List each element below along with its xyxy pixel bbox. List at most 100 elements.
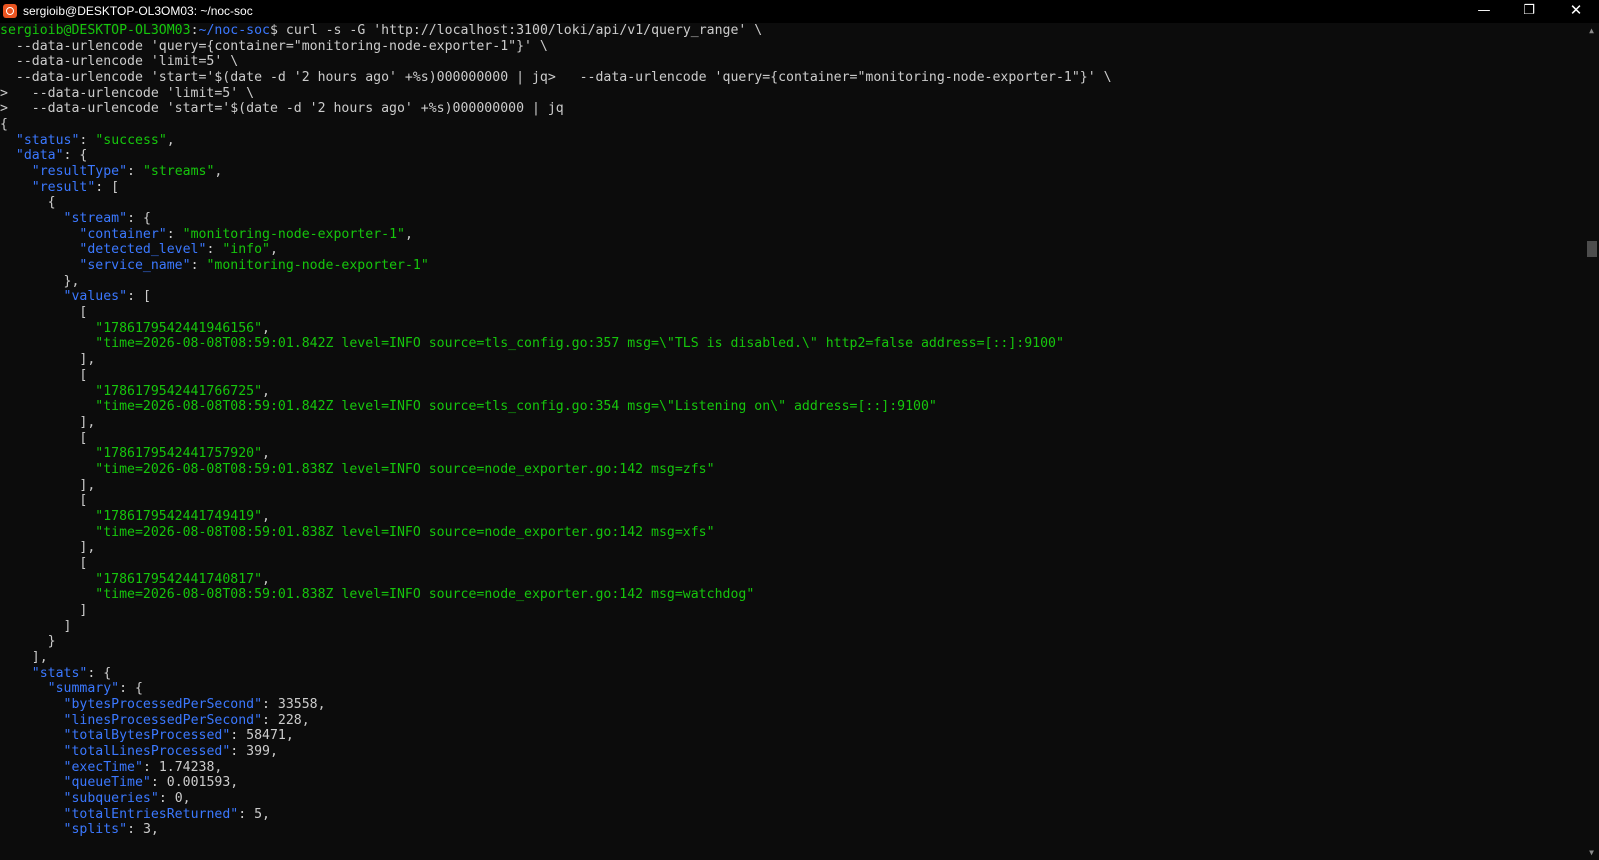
- json-line: [: [0, 493, 88, 508]
- terminal-output[interactable]: sergioib@DESKTOP-OL3OM03:~/noc-soc$ curl…: [0, 23, 1584, 860]
- json-key: "status": [15, 133, 80, 148]
- json-log-line: "time=2026-08-08T08:59:01.838Z level=INF…: [95, 462, 715, 477]
- prompt-dollar: $: [269, 23, 286, 38]
- json-line: "time=2026-08-08T08:59:01.842Z level=INF…: [0, 399, 937, 415]
- json-line: "data": {: [15, 148, 88, 163]
- json-line: "1786179542441946156",: [95, 321, 270, 336]
- json-line: },: [0, 274, 80, 289]
- json-line: "values": [: [63, 289, 151, 304]
- json-line: "stream": {: [63, 211, 151, 226]
- json-number: 0: [174, 791, 183, 806]
- json-string: "success": [95, 133, 167, 148]
- json-string: "monitoring-node-exporter-1": [182, 227, 405, 242]
- json-timestamp: "1786179542441946156": [95, 321, 263, 336]
- json-number: 399: [246, 744, 270, 759]
- json-number: 5: [254, 807, 263, 822]
- json-line: "result": [: [31, 180, 120, 195]
- json-line: "execTime": 1.74238,: [63, 760, 223, 775]
- prompt-path: ~/noc-soc: [198, 23, 270, 38]
- json-timestamp: "1786179542441749419": [95, 509, 263, 524]
- json-line: "1786179542441766725",: [95, 384, 270, 399]
- json-key: "stats": [31, 666, 88, 681]
- json-key: "service_name": [79, 258, 191, 273]
- vertical-scrollbar[interactable]: ▲ ▼: [1584, 23, 1599, 860]
- json-line: ],: [0, 478, 96, 493]
- json-line: ]: [0, 603, 88, 618]
- title-bar[interactable]: sergioib@DESKTOP-OL3OM03: ~/noc-soc — ❐ …: [0, 0, 1599, 23]
- json-line: "status": "success",: [15, 133, 175, 148]
- json-line: ],: [0, 650, 48, 665]
- json-number: 3: [142, 822, 151, 837]
- json-log-line: "time=2026-08-08T08:59:01.838Z level=INF…: [95, 587, 755, 602]
- json-log-line: "time=2026-08-08T08:59:01.842Z level=INF…: [95, 399, 937, 414]
- scrollbar-thumb[interactable]: [1587, 241, 1597, 257]
- json-number: 58471: [246, 728, 286, 743]
- command-text: curl -s -G 'http://localhost:3100/loki/a…: [285, 23, 763, 38]
- json-key: "resultType": [31, 164, 128, 179]
- scroll-up-icon[interactable]: ▲: [1584, 23, 1599, 38]
- json-line: {: [0, 195, 56, 210]
- json-key: "stream": [63, 211, 128, 226]
- window-title: sergioib@DESKTOP-OL3OM03: ~/noc-soc: [23, 4, 253, 18]
- json-line: "time=2026-08-08T08:59:01.838Z level=INF…: [0, 525, 714, 541]
- json-number: 33558: [277, 697, 318, 712]
- json-key: "splits": [63, 822, 128, 837]
- json-line: "subqueries": 0,: [63, 791, 191, 806]
- json-timestamp: "1786179542441740817": [95, 572, 263, 587]
- json-line: "time=2026-08-08T08:59:01.838Z level=INF…: [0, 587, 754, 603]
- json-line: ],: [0, 352, 96, 367]
- json-line: "queueTime": 0.001593,: [63, 775, 239, 790]
- command-line: > --data-urlencode 'start='$(date -d '2 …: [0, 101, 564, 116]
- json-string: "monitoring-node-exporter-1": [206, 258, 429, 273]
- json-line: [: [0, 368, 88, 383]
- json-key: "container": [79, 227, 167, 242]
- json-line: "detected_level": "info",: [79, 242, 278, 257]
- json-line: "time=2026-08-08T08:59:01.842Z level=INF…: [0, 336, 1064, 352]
- json-key: "summary": [47, 681, 120, 696]
- json-line: "stats": {: [31, 666, 112, 681]
- json-line: "1786179542441749419",: [95, 509, 270, 524]
- json-key: "totalLinesProcessed": [63, 744, 231, 759]
- json-line: [: [0, 431, 88, 446]
- json-key: "bytesProcessedPerSecond": [63, 697, 263, 712]
- json-log-line: "time=2026-08-08T08:59:01.842Z level=INF…: [95, 336, 1064, 351]
- json-key: "detected_level": [79, 242, 207, 257]
- json-key: "totalEntriesReturned": [63, 807, 239, 822]
- json-line: ],: [0, 415, 96, 430]
- json-line: "summary": {: [47, 681, 143, 696]
- json-line: "service_name": "monitoring-node-exporte…: [79, 258, 429, 273]
- json-line: ],: [0, 540, 96, 555]
- restore-button[interactable]: ❐: [1506, 0, 1552, 23]
- json-key: "queueTime": [63, 775, 151, 790]
- json-line: [: [0, 305, 88, 320]
- command-line: --data-urlencode 'start='$(date -d '2 ho…: [0, 70, 1112, 85]
- json-line: ]: [0, 619, 72, 634]
- json-line: "container": "monitoring-node-exporter-1…: [79, 227, 413, 242]
- json-timestamp: "1786179542441757920": [95, 446, 263, 461]
- json-line: "linesProcessedPerSecond": 228,: [63, 713, 310, 728]
- json-line: [: [0, 556, 88, 571]
- json-key: "linesProcessedPerSecond": [63, 713, 263, 728]
- json-line: "splits": 3,: [63, 822, 159, 837]
- json-key: "data": [15, 148, 64, 163]
- command-line: > --data-urlencode 'limit=5' \: [0, 86, 255, 101]
- command-line: --data-urlencode 'query={container="moni…: [0, 39, 548, 54]
- json-timestamp: "1786179542441766725": [95, 384, 263, 399]
- json-key: "totalBytesProcessed": [63, 728, 231, 743]
- json-number: 1.74238: [158, 760, 215, 775]
- scroll-down-icon[interactable]: ▼: [1584, 845, 1599, 860]
- ubuntu-terminal-icon: [3, 4, 17, 18]
- prompt-separator: :: [190, 23, 199, 38]
- json-key: "result": [31, 180, 96, 195]
- minimize-button[interactable]: —: [1461, 0, 1507, 23]
- json-line: {: [0, 117, 8, 133]
- json-key: "values": [63, 289, 128, 304]
- prompt-line: sergioib@DESKTOP-OL3OM03:~/noc-soc$ curl…: [0, 23, 762, 39]
- close-button[interactable]: ✕: [1553, 0, 1599, 23]
- json-line: "totalEntriesReturned": 5,: [63, 807, 270, 822]
- json-brace: {: [0, 117, 8, 132]
- prompt-user-host: sergioib@DESKTOP-OL3OM03: [0, 23, 191, 38]
- json-line: "totalLinesProcessed": 399,: [63, 744, 278, 759]
- json-line: "1786179542441757920",: [95, 446, 270, 461]
- json-string: "streams": [142, 164, 215, 179]
